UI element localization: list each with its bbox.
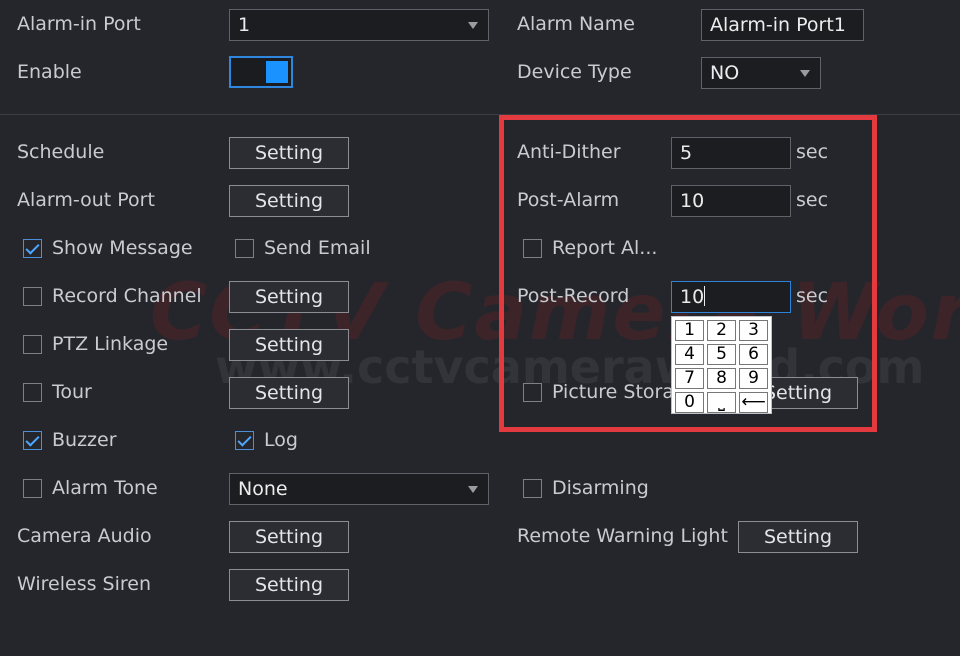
alarm-tone-select[interactable]: None: [229, 473, 489, 505]
alarm-tone-checkbox[interactable]: [23, 479, 42, 498]
key-8[interactable]: 8: [707, 368, 736, 389]
space-key-icon[interactable]: ⎵: [707, 392, 736, 413]
alarm-name-label: Alarm Name: [517, 13, 635, 35]
buzzer-label: Buzzer: [52, 429, 117, 451]
device-type-label: Device Type: [517, 61, 632, 83]
buzzer-checkbox[interactable]: [23, 431, 42, 450]
key-5[interactable]: 5: [707, 344, 736, 365]
alarm-tone-label: Alarm Tone: [52, 477, 158, 499]
schedule-setting-button[interactable]: Setting: [229, 137, 349, 169]
send-email-checkbox[interactable]: [235, 239, 254, 258]
key-9[interactable]: 9: [739, 368, 768, 389]
key-1[interactable]: 1: [675, 320, 704, 341]
remote-warning-light-label: Remote Warning Light: [517, 525, 728, 547]
enable-label: Enable: [17, 61, 82, 83]
record-channel-setting-button[interactable]: Setting: [229, 281, 349, 313]
ptz-linkage-checkbox[interactable]: [23, 335, 42, 354]
alarm-in-port-label: Alarm-in Port: [17, 13, 141, 35]
alarm-out-setting-button[interactable]: Setting: [229, 185, 349, 217]
numeric-keypad: 1 2 3 4 5 6 7 8 9 0 ⎵ ⟵: [671, 316, 772, 414]
log-checkbox[interactable]: [235, 431, 254, 450]
ptz-linkage-label: PTZ Linkage: [52, 333, 169, 355]
alarm-tone-value: None: [238, 478, 288, 500]
disarming-label: Disarming: [552, 477, 649, 499]
backspace-key-icon[interactable]: ⟵: [739, 392, 768, 413]
remote-warning-setting-button[interactable]: Setting: [738, 521, 858, 553]
show-message-label: Show Message: [52, 237, 193, 259]
record-channel-checkbox[interactable]: [23, 287, 42, 306]
key-0[interactable]: 0: [675, 392, 704, 413]
device-type-select[interactable]: NO: [701, 57, 821, 89]
device-type-value: NO: [710, 62, 740, 84]
chevron-down-icon: [468, 22, 478, 29]
key-2[interactable]: 2: [707, 320, 736, 341]
tour-setting-button[interactable]: Setting: [229, 377, 349, 409]
tour-label: Tour: [52, 381, 92, 403]
key-6[interactable]: 6: [739, 344, 768, 365]
key-7[interactable]: 7: [675, 368, 704, 389]
show-message-checkbox[interactable]: [23, 239, 42, 258]
ptz-setting-button[interactable]: Setting: [229, 329, 349, 361]
wireless-siren-setting-button[interactable]: Setting: [229, 569, 349, 601]
alarm-name-input[interactable]: Alarm-in Port1: [701, 9, 864, 41]
alarm-in-port-select[interactable]: 1: [229, 9, 489, 41]
key-4[interactable]: 4: [675, 344, 704, 365]
send-email-label: Send Email: [264, 237, 371, 259]
toggle-knob: [266, 61, 288, 83]
key-3[interactable]: 3: [739, 320, 768, 341]
camera-audio-setting-button[interactable]: Setting: [229, 521, 349, 553]
record-channel-label: Record Channel: [52, 285, 202, 307]
chevron-down-icon: [800, 70, 810, 77]
enable-toggle[interactable]: [229, 56, 293, 88]
disarming-checkbox[interactable]: [523, 479, 542, 498]
schedule-label: Schedule: [17, 141, 105, 163]
tour-checkbox[interactable]: [23, 383, 42, 402]
log-label: Log: [264, 429, 298, 451]
alarm-in-port-value: 1: [238, 14, 251, 36]
alarm-out-port-label: Alarm-out Port: [17, 189, 155, 211]
camera-audio-label: Camera Audio: [17, 525, 152, 547]
wireless-siren-label: Wireless Siren: [17, 573, 152, 595]
chevron-down-icon: [468, 486, 478, 493]
